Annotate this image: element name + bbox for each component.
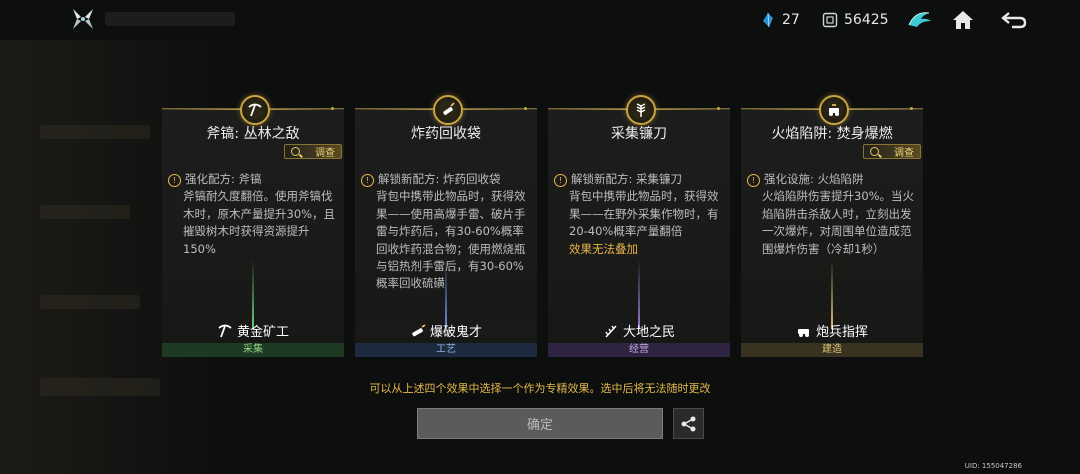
effect-description: ! 解锁新配方: 采集镰刀 背包中携带此物品时，获得效果——在野外采集作物时，有2… (554, 171, 726, 258)
investigate-button[interactable]: 调查 (863, 144, 921, 159)
share-icon (681, 416, 695, 431)
card-title: 采集镰刀 (611, 126, 667, 142)
effect-head: 强化配方: 斧镐 (185, 172, 262, 186)
energy-crystal-icon (760, 12, 776, 28)
card-glow (445, 259, 447, 329)
currency-value: 56425 (844, 12, 889, 28)
share-button[interactable] (673, 408, 704, 439)
wheat-icon (626, 95, 656, 125)
card-glow (831, 259, 833, 329)
specialization-card-1[interactable]: 斧镐: 丛林之敌 调查 ! 强化配方: 斧镐 斧镐耐久度翻倍。使用斧镐伐木时，原木… (162, 95, 344, 357)
selection-hint: 可以从上述四个效果中选择一个作为专精效果。选中后将无法随时更改 (369, 382, 711, 395)
category-label: 工艺 (355, 343, 537, 357)
effect-description: ! 解锁新配方: 炸药回收袋 背包中携带此物品时，获得效果——使用高爆手雷、破片手… (361, 171, 533, 293)
specialization-card-2[interactable]: 炸药回收袋 ! 解锁新配方: 炸药回收袋 背包中携带此物品时，获得效果——使用高爆… (355, 95, 537, 357)
effect-head: 强化设施: 火焰陷阱 (764, 172, 864, 186)
specialization-card-4[interactable]: 火焰陷阱: 焚身爆燃 调查 ! 强化设施: 火焰陷阱 火焰陷阱伤害提升30%。当火… (741, 95, 923, 357)
energy-value: 27 (782, 12, 800, 28)
card-title: 斧镐: 丛林之敌 (206, 126, 300, 142)
effect-head: 解锁新配方: 采集镰刀 (571, 172, 683, 186)
ghost-menu-item (40, 125, 150, 139)
pickaxe-icon (240, 95, 270, 125)
corner-dot (910, 107, 913, 110)
specialist-name: 黄金矿工 (162, 321, 344, 340)
top-bar: 27 56425 (0, 0, 1080, 40)
investigate-button[interactable]: 调查 (284, 144, 342, 159)
magnifier-icon (291, 147, 300, 156)
user-id: UID: 155047286 (964, 462, 1022, 470)
lightbulb-icon: ! (747, 174, 760, 187)
dynamite-icon (410, 323, 426, 339)
specialization-card-3[interactable]: 采集镰刀 ! 解锁新配方: 采集镰刀 背包中携带此物品时，获得效果——在野外采集作… (548, 95, 730, 357)
lightbulb-icon: ! (554, 174, 567, 187)
effect-warning: 效果无法叠加 (569, 241, 638, 256)
cannon-icon (819, 95, 849, 125)
wheat-icon (603, 323, 619, 339)
energy-resource: 27 (760, 11, 800, 29)
tracker-icon[interactable] (906, 6, 934, 34)
investigate-label: 调查 (315, 148, 335, 159)
corner-dot (524, 107, 527, 110)
lightbulb-icon: ! (361, 174, 374, 187)
home-icon[interactable] (949, 6, 977, 34)
back-icon[interactable] (1000, 6, 1028, 34)
card-title: 炸药回收袋 (411, 126, 481, 142)
investigate-label: 调查 (894, 148, 914, 159)
currency-resource: 56425 (822, 11, 889, 29)
corner-dot (331, 107, 334, 110)
ghost-title (105, 12, 235, 26)
specialist-name: 爆破鬼才 (355, 321, 537, 340)
ghost-menu-item (40, 205, 130, 219)
magnifier-icon (870, 147, 879, 156)
effect-body: 背包中携带此物品时，获得效果——使用高爆手雷、破片手雷与炸药后，有30-60%概… (376, 189, 526, 291)
corner-dot (717, 107, 720, 110)
effect-description: ! 强化配方: 斧镐 斧镐耐久度翻倍。使用斧镐伐木时，原木产量提升30%，且摧毁树… (168, 171, 340, 258)
dynamite-icon (433, 95, 463, 125)
card-glow (252, 259, 254, 329)
category-label: 经营 (548, 343, 730, 357)
card-title: 火焰陷阱: 焚身爆燃 (771, 126, 893, 142)
effect-body: 背包中携带此物品时，获得效果——在野外采集作物时，有20-40%概率产量翻倍 (569, 189, 719, 239)
effect-description: ! 强化设施: 火焰陷阱 火焰陷阱伤害提升30%。当火焰陷阱击杀敌人时，立刻出发一… (747, 171, 919, 258)
card-glow (638, 259, 640, 329)
cannon-icon (796, 323, 812, 339)
effect-body: 火焰陷阱伤害提升30%。当火焰陷阱击杀敌人时，立刻出发一次爆炸，对周围单位造成范… (762, 189, 915, 256)
game-logo-icon[interactable] (70, 6, 96, 32)
specialist-name: 大地之民 (548, 321, 730, 340)
category-label: 采集 (162, 343, 344, 357)
confirm-button[interactable]: 确定 (417, 408, 663, 439)
specialist-name: 炮兵指挥 (741, 321, 923, 340)
category-label: 建造 (741, 343, 923, 357)
ghost-menu-item (40, 295, 140, 309)
effect-body: 斧镐耐久度翻倍。使用斧镐伐木时，原木产量提升30%，且摧毁树木时获得资源提升15… (183, 189, 336, 256)
effect-head: 解锁新配方: 炸药回收袋 (378, 172, 501, 186)
pickaxe-icon (217, 323, 233, 339)
currency-chip-icon (822, 12, 838, 28)
lightbulb-icon: ! (168, 174, 181, 187)
